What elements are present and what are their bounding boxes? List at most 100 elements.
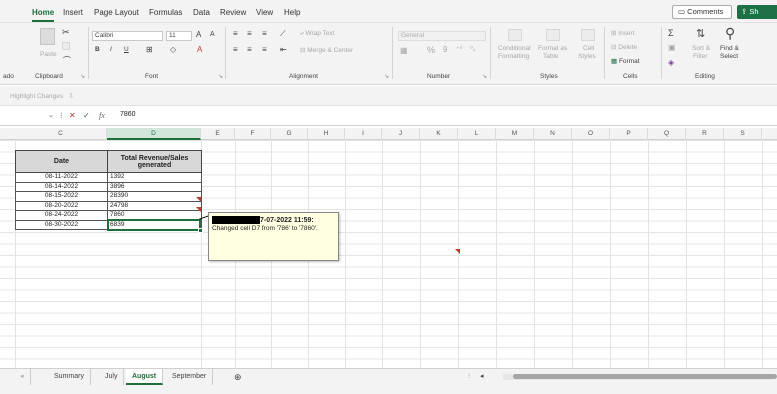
decrease-decimal-icon[interactable]: ⁰₀ xyxy=(470,45,476,53)
grow-font-button[interactable]: A xyxy=(196,30,201,39)
formula-bar-menu-icon[interactable]: ⁝ xyxy=(60,111,63,120)
comma-button[interactable]: 9 xyxy=(443,45,447,54)
sheet-tab-august[interactable]: August xyxy=(126,369,164,385)
clear-icon[interactable]: ◈ xyxy=(668,58,674,67)
fill-color-icon[interactable]: ◇ xyxy=(170,45,176,54)
clipboard-dialog-launcher[interactable]: ↘ xyxy=(80,73,85,80)
header-revenue[interactable]: Total Revenue/Sales generated xyxy=(107,150,202,173)
date-cell[interactable]: 08-30-2022 xyxy=(15,219,108,230)
percent-button[interactable]: % xyxy=(427,45,435,55)
cut-icon[interactable]: ✂ xyxy=(62,27,70,38)
insert-cells-button[interactable]: ⊞ Insert xyxy=(611,29,635,37)
accounting-icon[interactable]: ▦ xyxy=(400,46,408,55)
column-header-d[interactable]: D xyxy=(107,128,201,140)
wrap-text-button[interactable]: ⤶ Wrap Text xyxy=(300,30,334,38)
align-left-icon[interactable]: ≡ xyxy=(233,45,238,54)
bold-button[interactable]: B xyxy=(95,46,100,53)
merge-center-button[interactable]: ⊟ Merge & Center xyxy=(300,46,353,54)
shrink-font-button[interactable]: A xyxy=(210,31,215,38)
tab-home[interactable]: Home xyxy=(32,8,54,17)
delete-cells-button[interactable]: ⊟ Delete xyxy=(611,43,637,51)
borders-icon[interactable]: ⊞ xyxy=(146,45,153,54)
tab-page-layout[interactable]: Page Layout xyxy=(94,8,139,17)
font-dialog-launcher[interactable]: ↘ xyxy=(218,73,223,80)
orientation-icon[interactable]: ⟋ xyxy=(280,29,286,39)
number-format-select[interactable]: General xyxy=(398,31,486,41)
fill-icon[interactable]: ▣ xyxy=(668,43,676,52)
fill-handle[interactable] xyxy=(198,228,203,233)
enter-edit-button[interactable]: ✓ xyxy=(83,111,90,120)
font-name-select[interactable]: Calibri xyxy=(92,31,163,41)
font-size-select[interactable]: 11 xyxy=(166,31,192,41)
column-header-m[interactable]: M xyxy=(496,128,534,140)
tab-view[interactable]: View xyxy=(256,8,273,17)
alignment-dialog-launcher[interactable]: ↘ xyxy=(384,73,389,80)
sheet-tab-july[interactable]: July xyxy=(99,369,125,385)
find-select-label[interactable]: Find & xyxy=(720,45,739,52)
name-box-dropdown-icon[interactable]: ⌄ xyxy=(48,111,54,119)
revenue-cell-selected[interactable]: 7860 xyxy=(107,210,202,221)
tab-help[interactable]: Help xyxy=(284,8,300,17)
cancel-edit-button[interactable]: ✕ xyxy=(69,111,76,120)
revenue-cell[interactable]: 1392 xyxy=(107,172,202,183)
tab-review[interactable]: Review xyxy=(220,8,246,17)
sheet-tab-september[interactable]: September xyxy=(166,369,214,385)
cell-styles-icon[interactable] xyxy=(581,29,595,41)
prev-sheet-icon[interactable]: ◂ xyxy=(14,369,31,385)
worksheet-grid[interactable]: Date Total Revenue/Sales generated 08-11… xyxy=(0,140,777,368)
column-header-s[interactable]: S xyxy=(724,128,762,140)
highlight-changes-button[interactable]: Highlight Changes ⇩ xyxy=(10,92,74,100)
indent-icon[interactable]: ⇤ xyxy=(280,45,287,54)
date-cell[interactable]: 08-20-2022 xyxy=(15,200,108,211)
increase-decimal-icon[interactable]: ⁺⁰ xyxy=(456,45,463,53)
date-cell[interactable]: 08-24-2022 xyxy=(15,210,108,221)
formula-input[interactable]: 7860 xyxy=(120,111,136,118)
column-header-e[interactable]: E xyxy=(201,128,235,140)
column-header-q[interactable]: Q xyxy=(648,128,686,140)
format-painter-icon[interactable]: ⌒ xyxy=(63,55,71,66)
column-header-h[interactable]: H xyxy=(308,128,345,140)
align-center-icon[interactable]: ≡ xyxy=(247,45,252,54)
format-as-table-icon[interactable] xyxy=(546,29,560,41)
column-header-g[interactable]: G xyxy=(271,128,308,140)
revenue-cell[interactable]: 6839 xyxy=(107,219,202,230)
autosum-button[interactable]: Σ xyxy=(668,28,674,38)
format-cells-button[interactable]: ▦ Format xyxy=(611,57,640,65)
column-header-k[interactable]: K xyxy=(420,128,458,140)
conditional-formatting-icon[interactable] xyxy=(508,29,522,41)
column-header-c[interactable]: C xyxy=(15,128,107,140)
number-dialog-launcher[interactable]: ↘ xyxy=(482,73,487,80)
scrollbar-thumb[interactable] xyxy=(513,374,777,379)
tab-formulas[interactable]: Formulas xyxy=(149,8,182,17)
revenue-cell[interactable]: 24798 xyxy=(107,200,202,211)
underline-button[interactable]: U xyxy=(124,46,129,53)
copy-icon[interactable] xyxy=(62,42,70,50)
align-bottom-icon[interactable]: ≡ xyxy=(262,29,267,38)
conditional-formatting-label[interactable]: Conditional xyxy=(498,45,531,52)
date-cell[interactable]: 08-15-2022 xyxy=(15,191,108,202)
sheet-tab-summary[interactable]: Summary xyxy=(48,369,91,385)
column-header-f[interactable]: F xyxy=(235,128,271,140)
date-cell[interactable]: 08-11-2022 xyxy=(15,172,108,183)
column-header-p[interactable]: P xyxy=(610,128,648,140)
tab-insert[interactable]: Insert xyxy=(63,8,83,17)
find-select-icon[interactable]: ⚲ xyxy=(725,25,735,42)
paste-icon[interactable] xyxy=(40,28,55,45)
sort-filter-icon[interactable]: ⇅ xyxy=(696,27,705,40)
align-middle-icon[interactable]: ≡ xyxy=(247,29,252,38)
column-header-o[interactable]: O xyxy=(572,128,610,140)
tab-data[interactable]: Data xyxy=(193,8,210,17)
revenue-cell[interactable]: 28390 xyxy=(107,191,202,202)
italic-button[interactable]: I xyxy=(110,46,112,53)
font-color-icon[interactable]: A xyxy=(197,45,202,54)
column-header-l[interactable]: L xyxy=(458,128,496,140)
header-date[interactable]: Date xyxy=(15,150,108,173)
align-right-icon[interactable]: ≡ xyxy=(262,45,267,54)
column-header-j[interactable]: J xyxy=(382,128,420,140)
revenue-cell[interactable]: 3896 xyxy=(107,181,202,192)
format-as-table-label[interactable]: Format as xyxy=(538,45,567,52)
insert-function-button[interactable]: fx xyxy=(99,111,105,120)
scroll-left-icon[interactable]: ◂ xyxy=(474,369,490,385)
date-cell[interactable]: 08-14-2022 xyxy=(15,181,108,192)
paste-label[interactable]: Paste xyxy=(40,51,57,58)
